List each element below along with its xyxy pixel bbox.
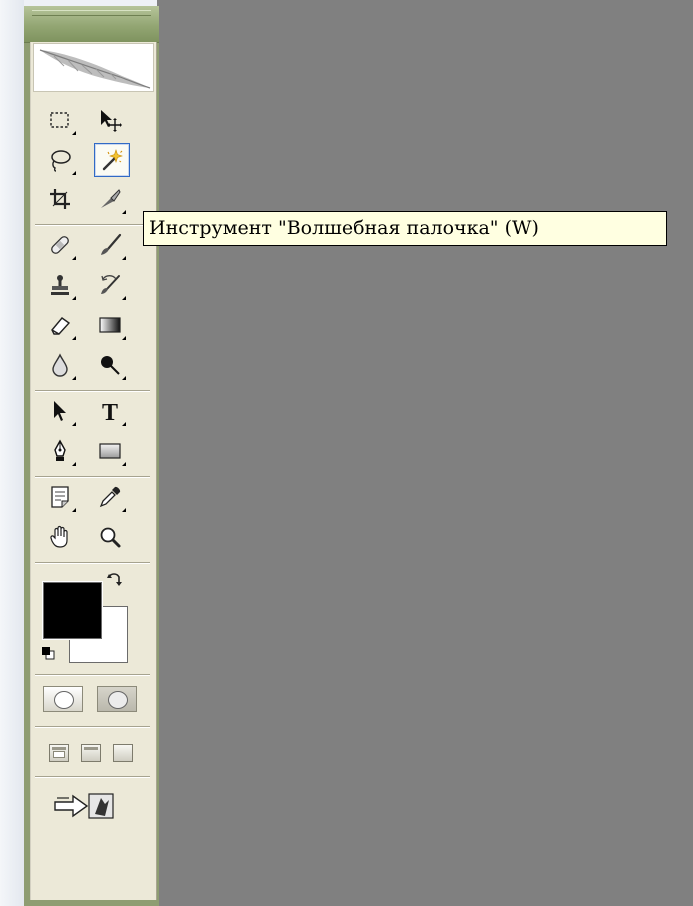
brush-icon: [101, 233, 122, 255]
desktop-background: [0, 0, 24, 906]
path-selection-tool-button[interactable]: [45, 396, 76, 426]
quick-mask-mode-button[interactable]: [97, 686, 137, 712]
slice-knife-icon: [101, 189, 121, 208]
blur-drop-icon: [52, 353, 68, 377]
rectangle-shape-icon: [99, 443, 121, 459]
tool-tooltip: Инструмент "Волшебная палочка" (W): [143, 211, 667, 246]
tool-flyout-indicator: [122, 256, 126, 260]
type-glyph: T: [102, 400, 118, 423]
default-colors-icon[interactable]: [41, 646, 55, 660]
magic-wand-tool-button[interactable]: [94, 143, 130, 177]
feather-logo-icon[interactable]: [33, 43, 154, 92]
crop-icon: [50, 189, 70, 209]
jump-to-imageready-icon[interactable]: [53, 790, 117, 820]
magic-wand-icon: [102, 149, 123, 171]
full-screen-mode-button[interactable]: [113, 744, 133, 762]
clone-stamp-icon: [51, 275, 69, 295]
tool-flyout-indicator: [122, 508, 126, 512]
history-brush-tool-button[interactable]: [95, 270, 126, 300]
tool-flyout-indicator: [72, 422, 76, 426]
healing-tool-button[interactable]: [45, 230, 76, 260]
tools-palette: T: [24, 6, 159, 906]
tools-divider: [35, 562, 150, 564]
slice-tool-button[interactable]: [95, 184, 126, 214]
notes-tool-button[interactable]: [45, 482, 76, 512]
dodge-icon: [101, 356, 120, 375]
marquee-tool-button[interactable]: [45, 105, 76, 135]
tool-flyout-indicator: [72, 376, 76, 380]
gradient-icon: [99, 317, 121, 333]
healing-bandage-icon: [51, 236, 69, 254]
lasso-icon: [51, 150, 71, 172]
standard-mode-button[interactable]: [43, 686, 83, 712]
dodge-tool-button[interactable]: [95, 350, 126, 380]
pen-icon: [54, 439, 66, 461]
tool-flyout-indicator: [72, 336, 76, 340]
type-tool-button[interactable]: T: [95, 396, 126, 426]
eyedropper-tool-button[interactable]: [95, 482, 126, 512]
tools-divider: [35, 674, 150, 676]
clone-stamp-tool-button[interactable]: [45, 270, 76, 300]
history-brush-icon: [101, 275, 120, 294]
tool-flyout-indicator: [122, 336, 126, 340]
standard-screen-mode-button[interactable]: [49, 744, 69, 762]
tools-divider: [35, 726, 150, 728]
tool-flyout-indicator: [122, 296, 126, 300]
rect-marquee-icon: [50, 112, 69, 128]
tool-flyout-indicator: [122, 210, 126, 214]
move-tool-button[interactable]: [95, 105, 125, 135]
tool-flyout-indicator: [72, 131, 76, 135]
tools-divider: [35, 224, 150, 226]
tools-divider: [35, 776, 150, 778]
tool-flyout-indicator: [122, 376, 126, 380]
eyedropper-icon: [99, 486, 121, 508]
pen-tool-button[interactable]: [45, 436, 76, 466]
type-icon: T: [102, 400, 118, 423]
foreground-color-swatch[interactable]: [43, 582, 102, 639]
crop-tool-button[interactable]: [45, 184, 75, 214]
hand-icon: [50, 525, 68, 548]
standard-mode-icon: [54, 691, 74, 709]
palette-title-bar[interactable]: [24, 6, 159, 43]
hand-tool-button[interactable]: [45, 522, 75, 552]
tools-divider: [35, 390, 150, 392]
palette-grip[interactable]: [32, 10, 151, 16]
tool-flyout-indicator: [122, 422, 126, 426]
tool-flyout-indicator: [72, 256, 76, 260]
tool-flyout-indicator: [122, 462, 126, 466]
tool-flyout-indicator: [72, 296, 76, 300]
document-canvas-area[interactable]: [157, 0, 693, 906]
zoom-magnifier-icon: [100, 527, 121, 548]
tools-divider: [35, 476, 150, 478]
tool-flyout-indicator: [72, 462, 76, 466]
lasso-tool-button[interactable]: [45, 145, 76, 175]
path-selection-arrow-icon: [54, 401, 66, 421]
brush-tool-button[interactable]: [95, 230, 126, 260]
shape-tool-button[interactable]: [95, 436, 126, 466]
tool-flyout-indicator: [72, 171, 76, 175]
full-screen-menu-mode-button[interactable]: [81, 744, 101, 762]
eraser-icon: [51, 317, 71, 335]
zoom-tool-button[interactable]: [95, 522, 125, 552]
eraser-tool-button[interactable]: [45, 310, 76, 340]
blur-tool-button[interactable]: [45, 350, 76, 380]
move-icon: [101, 110, 122, 132]
tools-panel: T: [30, 42, 157, 900]
notes-icon: [51, 486, 69, 508]
swap-colors-icon[interactable]: [105, 569, 125, 591]
quick-mask-icon: [108, 691, 128, 709]
tool-flyout-indicator: [72, 508, 76, 512]
gradient-tool-button[interactable]: [95, 310, 126, 340]
